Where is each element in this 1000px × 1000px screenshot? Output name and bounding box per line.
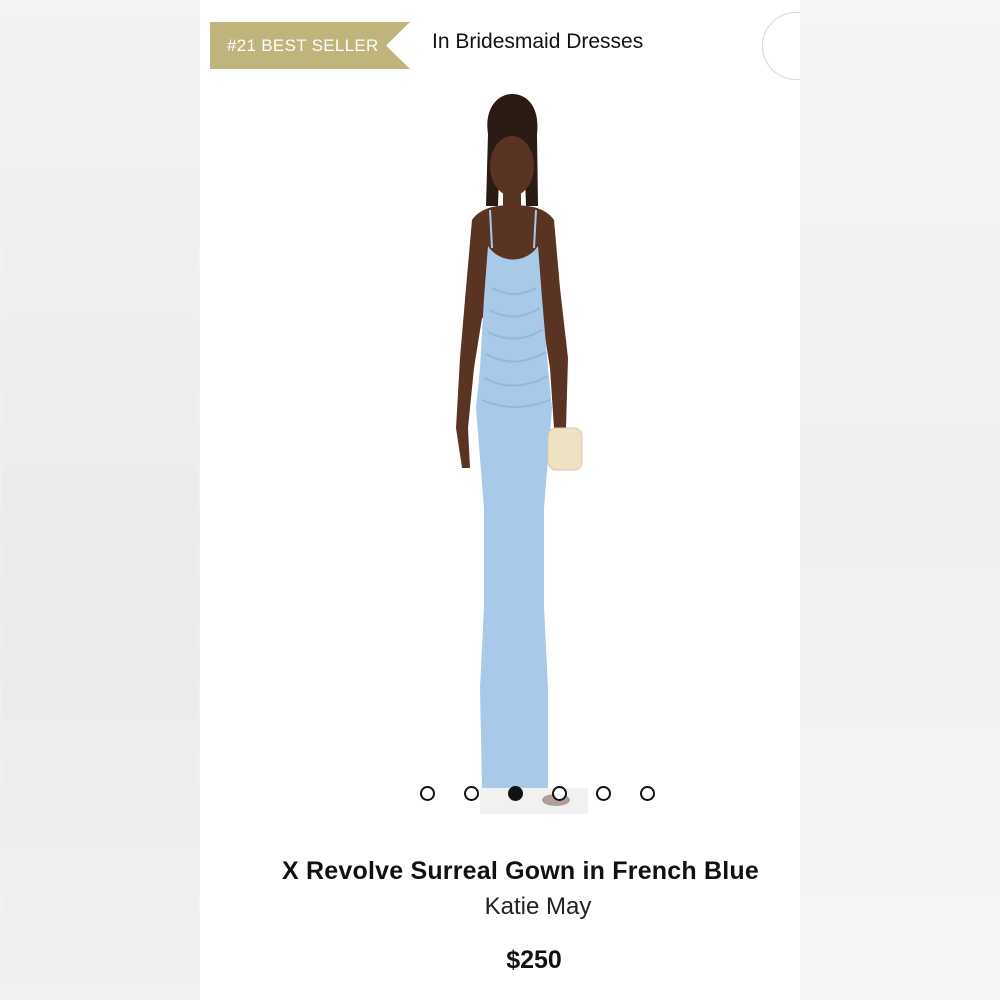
dress-shape <box>476 246 552 788</box>
product-card: #21 BEST SELLER In Bridesmaid Dresses X … <box>200 0 800 1000</box>
blurred-background-right <box>800 0 1000 1000</box>
badge-label: #21 BEST SELLER <box>227 36 379 55</box>
carousel-dot-3[interactable] <box>508 786 523 801</box>
carousel-dot-2[interactable] <box>464 786 479 801</box>
carousel-indicators <box>420 786 660 806</box>
blurred-background-left <box>0 0 200 1000</box>
carousel-dot-6[interactable] <box>640 786 655 801</box>
product-brand[interactable]: Katie May <box>200 893 800 921</box>
carousel-dot-1[interactable] <box>420 786 435 801</box>
wishlist-button[interactable] <box>762 12 800 80</box>
product-price: $250 <box>506 946 562 974</box>
clutch-bag <box>547 427 583 471</box>
best-seller-badge[interactable]: #21 BEST SELLER <box>210 22 410 69</box>
carousel-dot-5[interactable] <box>596 786 611 801</box>
screenshot-canvas: #21 BEST SELLER In Bridesmaid Dresses X … <box>0 0 1000 1000</box>
model-illustration <box>456 94 588 814</box>
carousel-dot-4[interactable] <box>552 786 567 801</box>
face-shape <box>490 136 534 196</box>
product-image[interactable] <box>410 88 610 818</box>
category-link[interactable]: In Bridesmaid Dresses <box>432 30 643 54</box>
product-title[interactable]: X Revolve Surreal Gown in French Blue <box>282 857 800 886</box>
